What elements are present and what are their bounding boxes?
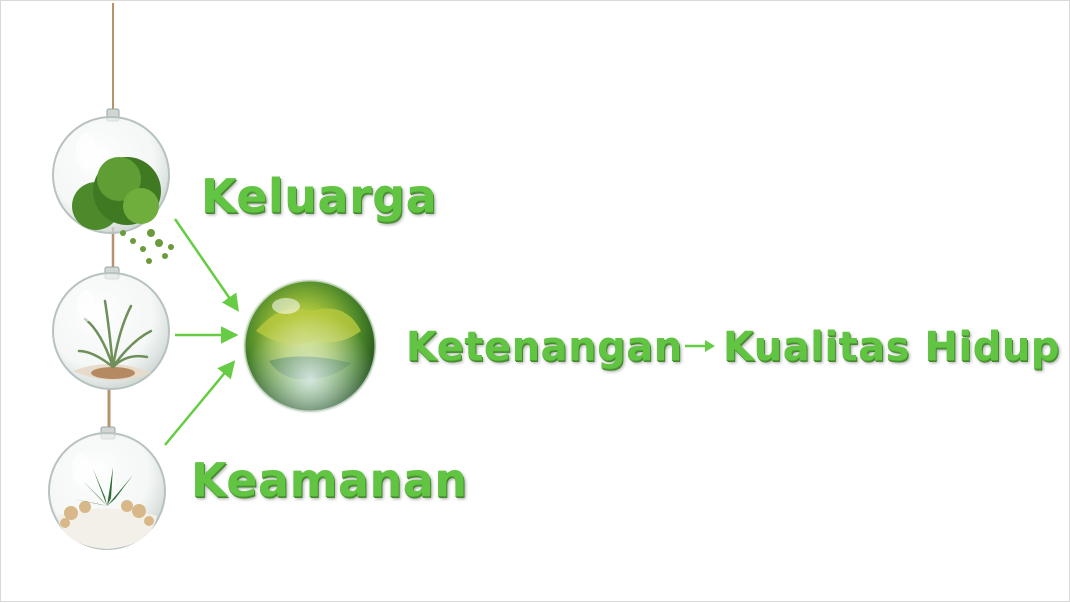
bubble-icon [242, 278, 378, 414]
arrow-keamanan-to-bubble [164, 360, 236, 446]
label-keamanan: Keamanan [191, 453, 468, 507]
diagram-canvas [48, 3, 378, 550]
terrarium-succulent-icon [48, 426, 166, 550]
label-ketenangan: Ketenangan [406, 324, 683, 370]
arrow-keluarga-to-bubble [173, 218, 239, 312]
slide-frame: Keluarga Keamanan Ketenangan Kualitas Hi… [0, 0, 1070, 602]
label-kualitas-hidup: Kualitas Hidup [723, 324, 1060, 370]
label-keluarga: Keluarga [201, 169, 438, 223]
arrow-right-icon [685, 340, 715, 352]
terrarium-airplant-icon [52, 266, 170, 390]
